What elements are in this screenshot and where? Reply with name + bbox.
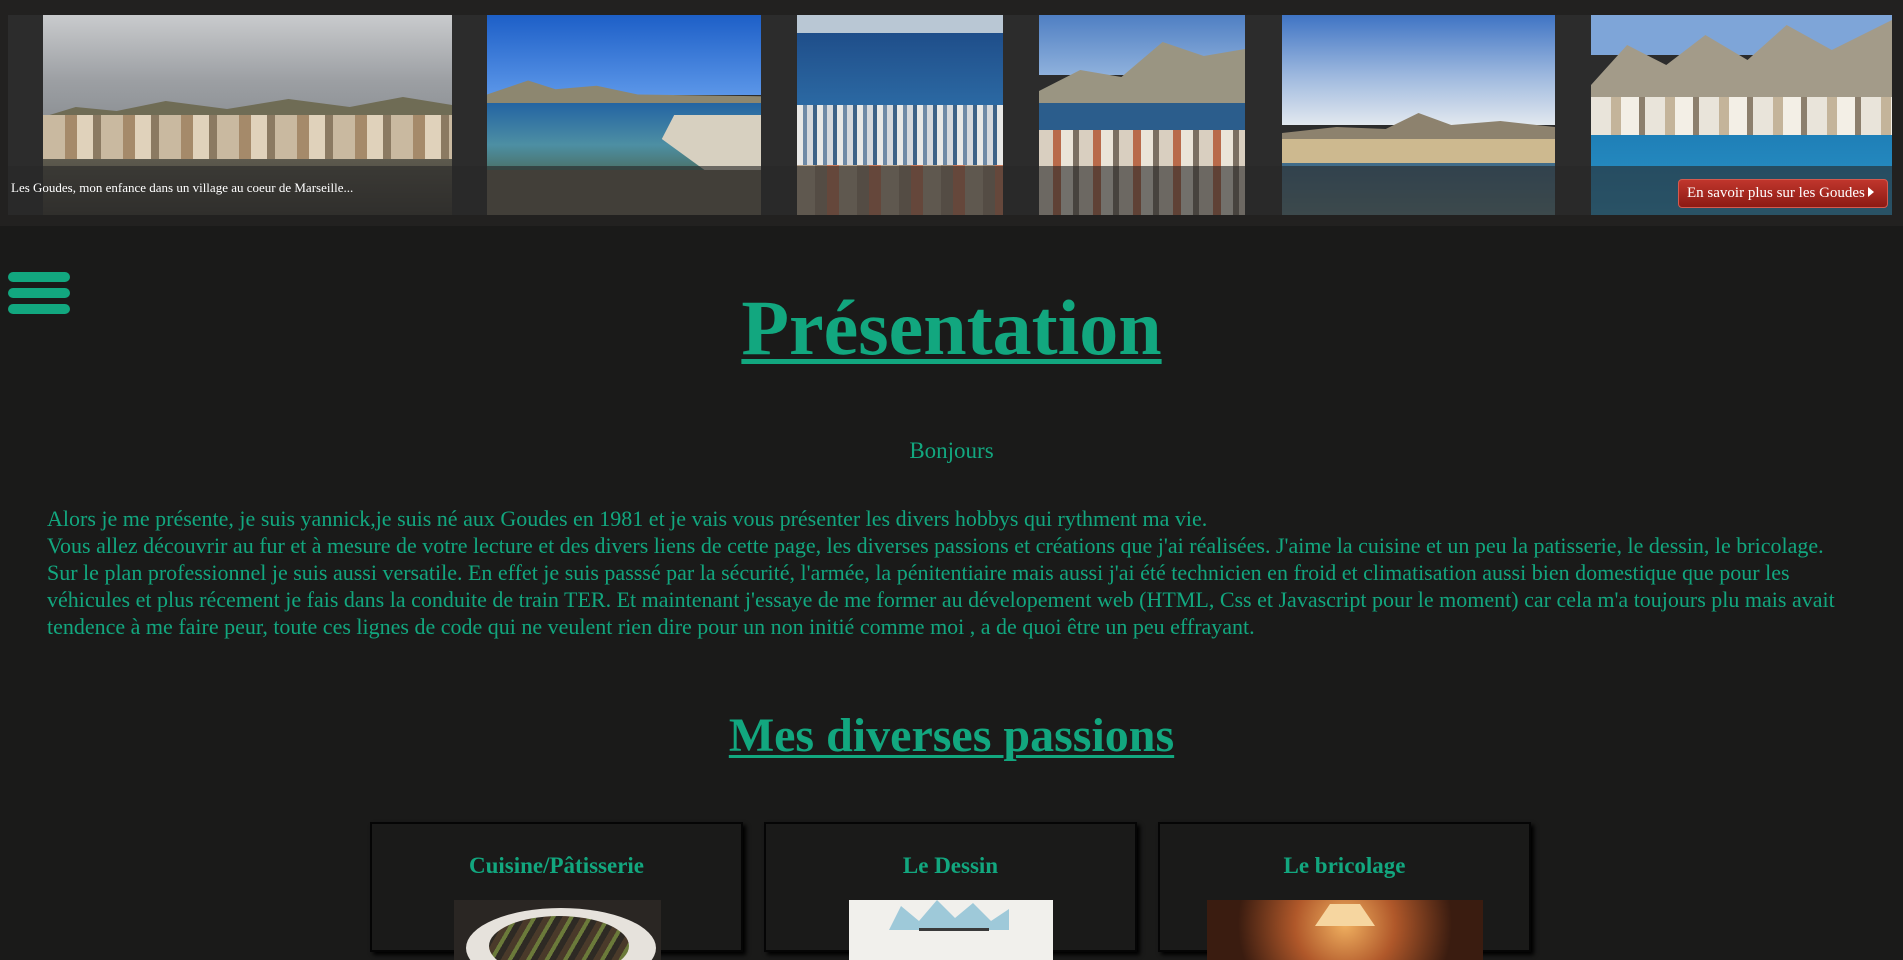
card-title: Le bricolage: [1283, 853, 1406, 878]
passion-card-cuisine[interactable]: Cuisine/Pâtisserie: [370, 822, 743, 960]
banner-caption: Les Goudes, mon enfance dans un village …: [11, 180, 354, 195]
card-title: Cuisine/Pâtisserie: [468, 853, 645, 878]
intro-text: Alors je me présente, je suis yannick,je…: [47, 505, 1857, 640]
bricolage-image[interactable]: [1207, 900, 1483, 960]
cuisine-image[interactable]: [454, 900, 661, 960]
passion-card-dessin[interactable]: Le Dessin: [764, 822, 1137, 960]
more-button-label: En savoir plus sur les Goudes: [1687, 185, 1865, 201]
dessin-image[interactable]: [849, 900, 1053, 960]
more-about-goudes-button[interactable]: En savoir plus sur les Goudes: [1678, 179, 1888, 208]
greeting: Bonjours: [909, 438, 994, 463]
caret-right-icon: [1867, 187, 1874, 197]
photo-banner: Les Goudes, mon enfance dans un village …: [0, 0, 1903, 226]
intro-paragraph: Vous allez découvrir au fur et à mesure …: [47, 533, 1835, 639]
page-title: Présentation: [741, 284, 1162, 371]
card-title: Le Dessin: [902, 853, 999, 878]
passion-card-bricolage[interactable]: Le bricolage: [1158, 822, 1531, 960]
intro-paragraph: Alors je me présente, je suis yannick,je…: [47, 506, 1208, 531]
passions-title: Mes diverses passions: [728, 709, 1175, 762]
